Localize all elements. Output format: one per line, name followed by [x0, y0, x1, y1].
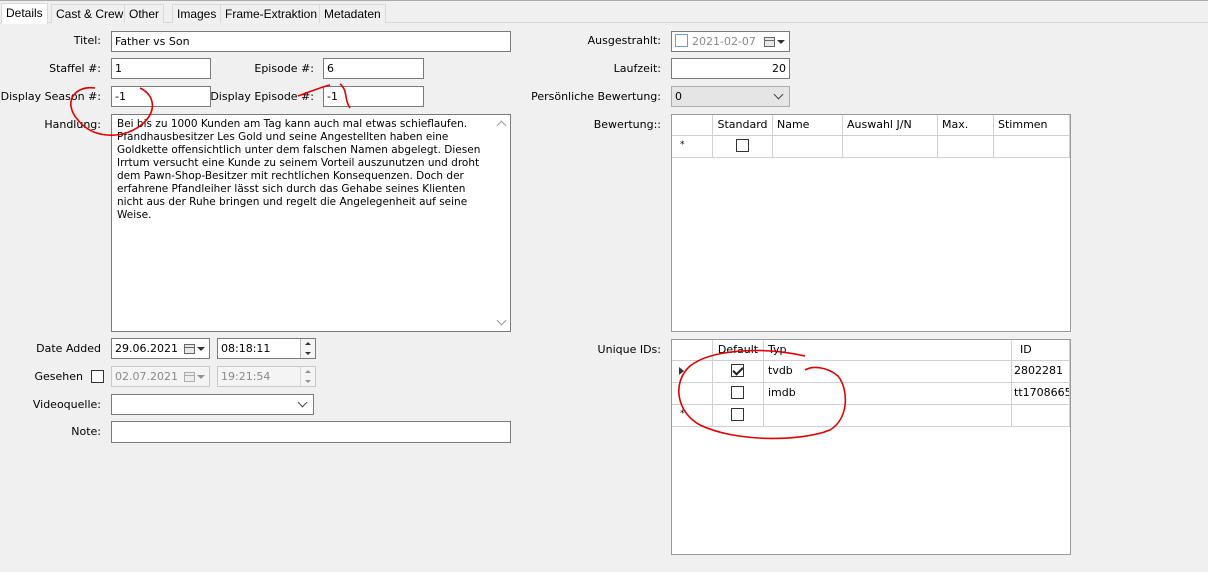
uid-new-row-default[interactable]	[713, 405, 764, 427]
title-label: Titel:	[73, 34, 101, 47]
display-episode-field[interactable]: -1	[323, 86, 424, 107]
watched-checkbox[interactable]	[91, 370, 104, 383]
current-row-arrow-icon	[679, 367, 684, 375]
tab-frame-extraction[interactable]: Frame-Extraktion	[220, 4, 323, 23]
note-label: Note:	[71, 425, 101, 438]
window-top-border	[0, 0, 1208, 1]
uid-new-row-type[interactable]	[764, 405, 1012, 427]
display-episode-label: Display Episode #:	[210, 90, 314, 103]
time-added-value: 08:18:11	[221, 342, 271, 355]
video-source-select[interactable]	[111, 394, 314, 415]
date-added-picker[interactable]: 29.06.2021	[111, 338, 210, 359]
tab-metadata[interactable]: Metadaten	[319, 4, 386, 23]
uid-row-header-corner	[672, 340, 713, 361]
standard-checkbox[interactable]	[736, 139, 749, 152]
uid-col-default[interactable]: Default	[713, 340, 764, 361]
dropdown-arrow-icon[interactable]	[197, 347, 205, 351]
aired-date-picker[interactable]: 2021-02-07	[671, 31, 790, 52]
tab-other[interactable]: Other	[124, 4, 165, 23]
scroll-up-icon[interactable]	[496, 120, 507, 131]
new-row-marker: *	[672, 405, 713, 427]
ratings-new-row-max[interactable]	[938, 136, 994, 158]
plot-textarea[interactable]: Bei bis zu 1000 Kunden am Tag kann auch …	[111, 114, 511, 332]
date-added-label: Date Added	[36, 342, 101, 355]
runtime-label: Laufzeit:	[613, 62, 661, 75]
ratings-col-name[interactable]: Name	[773, 115, 843, 136]
ratings-grid[interactable]: Standard Name Auswahl J/N Max. Stimmen *	[671, 114, 1071, 332]
ratings-col-standard[interactable]: Standard	[713, 115, 773, 136]
title-field[interactable]: Father vs Son	[111, 31, 511, 52]
plot-label: Handlung:	[44, 118, 101, 131]
uid-row-id[interactable]: tt1708665	[1012, 383, 1070, 405]
uid-row-selector[interactable]	[672, 383, 713, 405]
ratings-label: Bewertung::	[593, 118, 661, 131]
watched-date-value: 02.07.2021	[115, 370, 178, 383]
uid-row-selector[interactable]	[672, 361, 713, 383]
uid-row-id[interactable]: 2802281	[1012, 361, 1070, 383]
calendar-icon	[184, 372, 195, 382]
aired-checkbox[interactable]	[675, 34, 688, 47]
ratings-new-row-standard[interactable]	[713, 136, 773, 158]
chevron-down-icon[interactable]	[297, 397, 308, 408]
time-spinner-icon[interactable]	[300, 339, 315, 358]
personal-rating-value: 0	[675, 90, 682, 103]
unique-ids-label: Unique IDs:	[597, 343, 661, 356]
personal-rating-label: Persönliche Bewertung:	[531, 90, 661, 103]
default-checkbox[interactable]	[731, 386, 744, 399]
new-row-marker: *	[672, 136, 713, 158]
date-added-value: 29.06.2021	[115, 342, 178, 355]
watched-label: Gesehen	[34, 370, 83, 383]
note-field[interactable]	[111, 421, 511, 443]
aired-value: 2021-02-07	[692, 35, 756, 48]
chevron-down-icon[interactable]	[773, 89, 784, 100]
display-season-field[interactable]: -1	[111, 86, 211, 107]
scroll-down-icon[interactable]	[496, 315, 507, 326]
aired-label: Ausgestrahlt:	[587, 34, 661, 47]
uid-col-type[interactable]: Typ	[764, 340, 1012, 361]
uid-row-type[interactable]: imdb	[764, 383, 1012, 405]
watched-time-value: 19:21:54	[221, 370, 271, 383]
season-label: Staffel #:	[49, 62, 101, 75]
calendar-icon[interactable]	[184, 344, 195, 354]
time-added-picker[interactable]: 08:18:11	[217, 338, 316, 359]
plot-text: Bei bis zu 1000 Kunden am Tag kann auch …	[117, 118, 481, 221]
uid-col-id[interactable]: ID	[1012, 340, 1070, 361]
default-checkbox[interactable]	[731, 364, 744, 377]
episode-field[interactable]: 6	[323, 58, 424, 79]
ratings-row-header-corner	[672, 115, 713, 136]
tab-images[interactable]: Images	[172, 4, 222, 23]
season-field[interactable]: 1	[111, 58, 211, 79]
dropdown-arrow-icon	[197, 375, 205, 379]
dropdown-arrow-icon[interactable]	[777, 40, 785, 44]
uid-row-default[interactable]	[713, 383, 764, 405]
personal-rating-select[interactable]: 0	[671, 86, 790, 107]
default-checkbox[interactable]	[731, 408, 744, 421]
runtime-field[interactable]: 20	[671, 58, 790, 79]
ratings-col-votes[interactable]: Stimmen	[994, 115, 1070, 136]
tab-strip: Details Cast & Crew Other Images Frame-E…	[0, 3, 1208, 24]
unique-ids-grid[interactable]: Default Typ ID tvdb 2802281 imdb tt17086…	[671, 339, 1071, 555]
episode-label: Episode #:	[254, 62, 314, 75]
video-source-label: Videoquelle:	[32, 398, 101, 411]
plot-scrollbar[interactable]	[493, 115, 510, 331]
ratings-new-row-name[interactable]	[773, 136, 843, 158]
uid-row-type[interactable]: tvdb	[764, 361, 1012, 383]
ratings-new-row-choice[interactable]	[843, 136, 938, 158]
watched-time-picker: 19:21:54	[217, 366, 316, 387]
uid-row-default[interactable]	[713, 361, 764, 383]
ratings-col-max[interactable]: Max.	[938, 115, 994, 136]
uid-new-row-id[interactable]	[1012, 405, 1070, 427]
time-spinner-icon	[300, 367, 315, 386]
ratings-col-choice[interactable]: Auswahl J/N	[843, 115, 938, 136]
watched-date-picker: 02.07.2021	[111, 366, 210, 387]
tab-cast-crew[interactable]: Cast & Crew	[51, 4, 129, 23]
calendar-icon[interactable]	[764, 37, 775, 47]
display-season-label: Display Season #:	[0, 90, 101, 103]
ratings-new-row-votes[interactable]	[994, 136, 1070, 158]
tab-details[interactable]: Details	[1, 3, 48, 24]
